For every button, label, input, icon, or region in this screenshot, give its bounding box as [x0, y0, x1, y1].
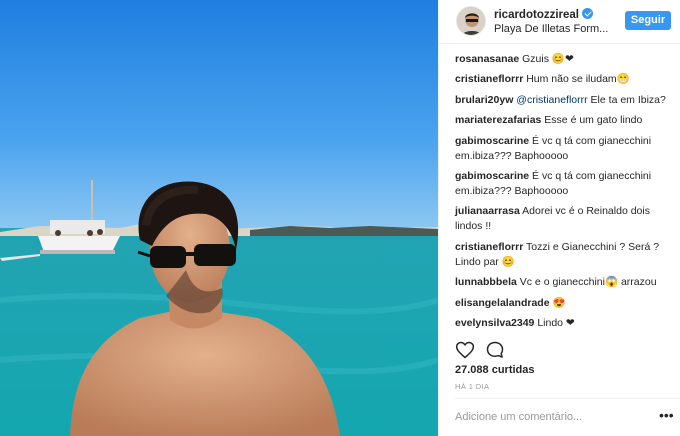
comment-item: mariaterezafarias Esse é um gato lindo	[455, 113, 675, 128]
action-bar	[455, 340, 655, 360]
comment-item: julianaarrasa Adorei vc é o Reinaldo doi…	[455, 204, 675, 234]
comment-username[interactable]: julianaarrasa	[455, 205, 520, 217]
follow-button[interactable]: Seguir	[625, 11, 671, 30]
more-options-icon[interactable]: •••	[659, 408, 674, 422]
comment-item: elisangelalandrade 😍	[455, 296, 675, 311]
comment-item: gabimoscarine É vc q tá com gianecchini …	[455, 134, 675, 164]
post-photo[interactable]	[0, 0, 438, 436]
avatar-image	[457, 7, 485, 35]
comment-item: lunnabbbela Vc e o gianecchini😱 arrazou	[455, 275, 675, 290]
post-header: ricardotozzireal Playa De Illetas Form..…	[439, 0, 680, 44]
comment-item: evelynsilva2349 Lindo ❤	[455, 316, 675, 331]
comment-item: brulari20yw @cristianeflorrr Ele ta em I…	[455, 93, 675, 108]
comment-text: Vc e o gianecchini😱 arrazou	[516, 276, 657, 289]
comment-username[interactable]: mariaterezafarias	[455, 114, 541, 126]
comment-username[interactable]: cristianeflorrr	[455, 73, 523, 85]
comment-text: Lindo ❤	[534, 316, 575, 329]
comment-text: Gzuis 😊❤	[519, 53, 574, 65]
comment-username[interactable]: gabimoscarine	[455, 135, 529, 147]
comments-list: rosanasanae Gzuis 😊❤ cristianeflorrr Hum …	[455, 52, 675, 336]
comment-icon[interactable]	[485, 340, 505, 360]
comment-text: Ele ta em Ibiza?	[587, 93, 666, 106]
comment-username[interactable]: brulari20yw	[455, 94, 513, 106]
add-comment-input[interactable]	[455, 406, 645, 428]
comment-username[interactable]: elisangelalandrade	[455, 297, 550, 309]
post-timestamp[interactable]: HÁ 1 DIA	[455, 382, 489, 391]
comment-item: rosanasanae Gzuis 😊❤	[455, 52, 675, 67]
comment-username[interactable]: cristianeflorrr	[455, 241, 523, 253]
comment-mention[interactable]: @cristianeflorrr	[513, 94, 587, 106]
avatar[interactable]	[456, 6, 486, 36]
comment-username[interactable]: rosanasanae	[455, 53, 519, 65]
comment-text: Esse é um gato lindo	[541, 114, 643, 127]
username-link[interactable]: ricardotozzireal	[494, 8, 593, 21]
likes-count[interactable]: 27.088 curtidas	[455, 364, 535, 376]
comment-item: gabimoscarine É vc q tá com gianecchini …	[455, 169, 675, 199]
comment-username[interactable]: gabimoscarine	[455, 170, 529, 182]
username-text: ricardotozzireal	[494, 9, 579, 21]
verified-badge-icon	[582, 8, 593, 19]
location-link[interactable]: Playa De Illetas Form...	[494, 23, 608, 35]
comment-username[interactable]: lunnabbbela	[455, 276, 517, 288]
post-details-panel: ricardotozzireal Playa De Illetas Form..…	[438, 0, 680, 436]
comment-text: 😍	[549, 296, 566, 309]
comment-item: cristianeflorrr Tozzi e Gianecchini ? Se…	[455, 240, 675, 270]
comment-item: cristianeflorrr Hum não se iludam😁	[455, 72, 675, 87]
heart-icon[interactable]	[455, 340, 475, 360]
comment-text: Hum não se iludam😁	[523, 73, 630, 86]
beach-photo-illustration	[0, 0, 438, 436]
comment-username[interactable]: evelynsilva2349	[455, 317, 534, 329]
divider	[455, 398, 680, 399]
